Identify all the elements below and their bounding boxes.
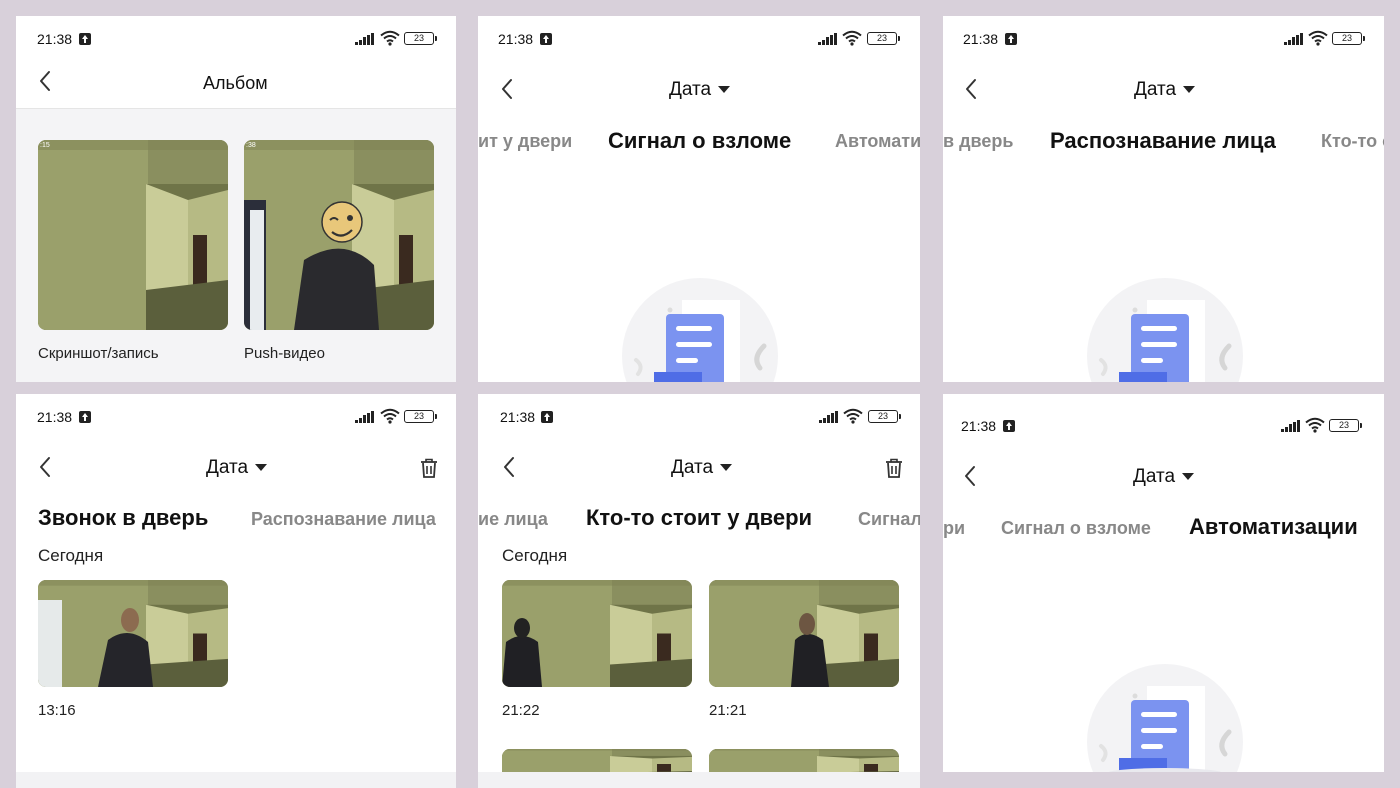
tab-someone-at-door[interactable]: ит у двери — [478, 131, 572, 152]
battery-icon: 23 — [1329, 419, 1362, 432]
tab-doorbell[interactable]: в дверь — [943, 131, 1013, 152]
tab-face-recognition[interactable]: ие лица — [478, 509, 548, 530]
status-time: 21:38 — [961, 418, 997, 434]
tab-automations[interactable]: Автомати — [835, 131, 920, 152]
doorbell-screen: 21:38 23 Дата Звонок в дверь Распознаван… — [16, 394, 456, 788]
upload-icon — [79, 33, 91, 45]
date-filter[interactable]: Дата — [206, 457, 248, 479]
trash-icon[interactable] — [420, 458, 438, 478]
status-bar: 21:38 23 — [478, 16, 920, 62]
page-title: Альбом — [203, 73, 268, 93]
tab-break-in-signal[interactable]: Сигнал — [858, 509, 920, 530]
trash-icon[interactable] — [885, 458, 903, 478]
back-arrow-icon[interactable] — [502, 456, 516, 478]
empty-state-illustration — [1085, 662, 1245, 788]
caret-down-icon[interactable] — [718, 86, 730, 93]
tab-break-in-signal[interactable]: Сигнал о взломе — [1001, 518, 1151, 539]
status-time: 21:38 — [963, 31, 999, 47]
date-filter[interactable]: Дата — [1133, 466, 1175, 488]
battery-icon: 23 — [867, 32, 900, 45]
back-arrow-icon[interactable] — [500, 78, 514, 100]
back-arrow-icon[interactable] — [38, 70, 52, 92]
empty-state-illustration — [1085, 276, 1245, 382]
status-time: 21:38 — [37, 31, 73, 47]
album-screen: 21:38 23 Альбом :15 Скриншот/запись :38 — [16, 16, 456, 382]
wifi-icon — [842, 30, 862, 46]
tab-someone-at-door[interactable]: Кто-то стоит у двери — [586, 505, 812, 531]
status-bar: 21:38 23 — [16, 394, 456, 440]
event-time: 21:21 — [709, 702, 747, 719]
caret-down-icon[interactable] — [720, 464, 732, 471]
section-header-today: Сегодня — [38, 546, 104, 565]
signal-icon — [818, 33, 838, 45]
tab-face-recognition[interactable]: Распознавание лица — [1050, 128, 1276, 154]
album-item-push-video[interactable]: :38 — [244, 140, 434, 330]
album-content: :15 Скриншот/запись :38 Push-видео — [16, 109, 456, 382]
battery-icon: 23 — [404, 32, 437, 45]
album-item-screenshot[interactable]: :15 — [38, 140, 228, 330]
tab-automations[interactable]: Автоматизации — [1189, 514, 1358, 540]
tab-someone-at-door[interactable]: Кто-то с — [1321, 131, 1384, 152]
signal-icon — [1284, 33, 1304, 45]
wifi-icon — [380, 408, 400, 424]
back-arrow-icon[interactable] — [964, 78, 978, 100]
battery-icon: 23 — [868, 410, 901, 423]
wifi-icon — [1308, 30, 1328, 46]
break-in-screen: 21:38 23 Дата ит у двери Сигнал о взломе… — [478, 16, 920, 382]
wifi-icon — [1305, 417, 1325, 433]
wifi-icon — [380, 30, 400, 46]
status-bar: 21:38 23 — [943, 403, 1384, 449]
tab-doorbell[interactable]: Звонок в дверь — [38, 505, 208, 531]
event-time: 13:16 — [38, 702, 76, 719]
event-thumbnail[interactable] — [502, 580, 692, 687]
date-filter[interactable]: Дата — [671, 457, 713, 479]
status-time: 21:38 — [37, 409, 73, 425]
someone-at-door-screen: 21:38 23 Дата ие лица Кто-то стоит у две… — [478, 394, 920, 788]
back-arrow-icon[interactable] — [38, 456, 52, 478]
album-item-label: Push-видео — [244, 345, 325, 362]
battery-icon: 23 — [1332, 32, 1365, 45]
signal-icon — [355, 411, 375, 423]
caret-down-icon[interactable] — [1182, 473, 1194, 480]
bottom-area — [943, 772, 1384, 788]
automations-screen: 21:38 23 Дата ри Сигнал о взломе Автомат… — [943, 394, 1384, 788]
bottom-area — [478, 772, 920, 788]
timestamp-overlay: :15 — [40, 142, 50, 149]
tab-someone-at-door[interactable]: ри — [943, 518, 965, 539]
status-time: 21:38 — [500, 409, 536, 425]
empty-state-illustration — [620, 276, 780, 382]
status-bar: 21:38 23 — [478, 394, 920, 440]
battery-icon: 23 — [404, 410, 437, 423]
caret-down-icon[interactable] — [255, 464, 267, 471]
tab-face-recognition[interactable]: Распознавание лица — [251, 509, 436, 530]
upload-icon — [1003, 420, 1015, 432]
album-item-label: Скриншот/запись — [38, 345, 159, 362]
signal-icon — [1281, 420, 1301, 432]
back-arrow-icon[interactable] — [963, 465, 977, 487]
upload-icon — [541, 411, 553, 423]
signal-icon — [819, 411, 839, 423]
date-filter[interactable]: Дата — [669, 79, 711, 101]
event-time: 21:22 — [502, 702, 540, 719]
status-time: 21:38 — [498, 31, 534, 47]
upload-icon — [1005, 33, 1017, 45]
bottom-area — [16, 772, 456, 788]
signal-icon — [355, 33, 375, 45]
status-bar: 21:38 23 — [943, 16, 1384, 62]
wifi-icon — [843, 408, 863, 424]
tab-break-in-signal[interactable]: Сигнал о взломе — [608, 128, 791, 154]
upload-icon — [79, 411, 91, 423]
caret-down-icon[interactable] — [1183, 86, 1195, 93]
status-bar: 21:38 23 — [16, 16, 456, 62]
face-recognition-screen: 21:38 23 Дата в дверь Распознавание лица… — [943, 16, 1384, 382]
event-thumbnail[interactable] — [709, 580, 899, 687]
date-filter[interactable]: Дата — [1134, 79, 1176, 101]
section-header-today: Сегодня — [502, 546, 568, 565]
timestamp-overlay: :38 — [246, 142, 256, 149]
upload-icon — [540, 33, 552, 45]
event-thumbnail[interactable] — [38, 580, 228, 687]
